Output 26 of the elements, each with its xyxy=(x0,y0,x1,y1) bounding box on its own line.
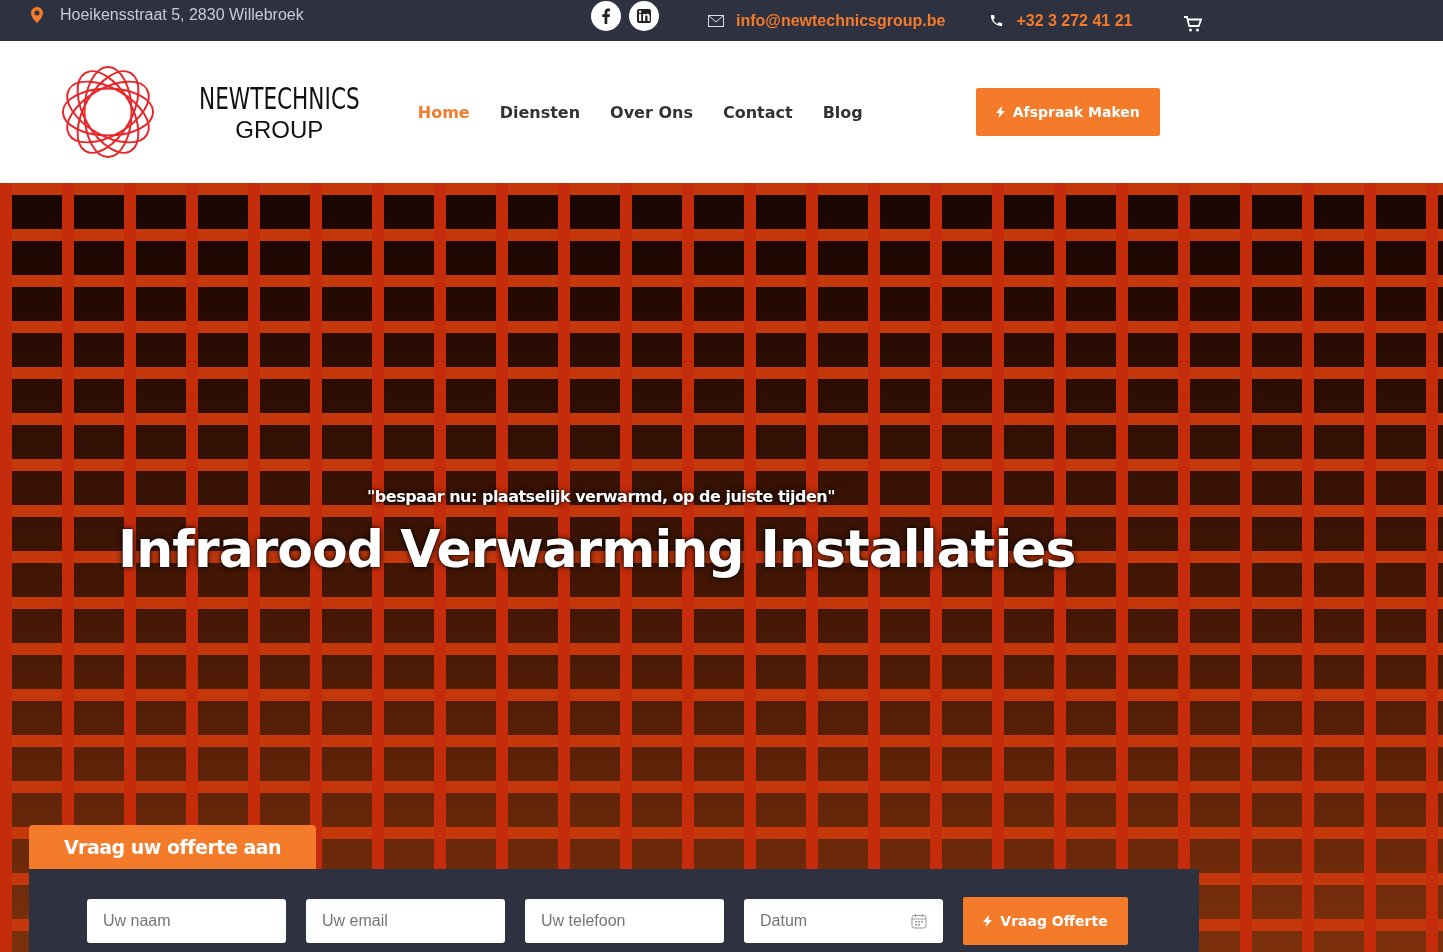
nav-link[interactable]: Diensten xyxy=(499,102,581,122)
email-link[interactable]: info@newtechnicsgroup.be xyxy=(736,11,946,30)
facebook-icon[interactable] xyxy=(591,0,621,31)
nav-link[interactable]: Over Ons xyxy=(610,102,693,122)
envelope-icon xyxy=(708,14,724,27)
linkedin-icon[interactable] xyxy=(629,0,659,31)
nav-link[interactable]: Home xyxy=(417,102,470,122)
address-text: Hoeikensstraat 5, 2830 Willebroek xyxy=(60,5,304,24)
phone-icon xyxy=(989,13,1005,28)
cart-icon[interactable] xyxy=(1182,14,1203,33)
submit-button[interactable]: Vraag Offerte xyxy=(963,897,1128,945)
lightning-icon xyxy=(995,106,1005,118)
atom-rings-logo-icon[interactable] xyxy=(59,63,157,161)
logo-name: NEWTECHNICS xyxy=(199,80,360,117)
date-field[interactable]: Datum xyxy=(744,899,943,943)
phone-link[interactable]: +32 3 272 41 21 xyxy=(1016,11,1133,30)
nav-link[interactable]: Contact xyxy=(722,102,793,122)
lightning-icon xyxy=(983,915,993,927)
nav-link[interactable]: Blog xyxy=(822,102,863,122)
logo-subtitle: GROUP xyxy=(235,116,324,144)
appointment-button[interactable]: Afspraak Maken xyxy=(975,88,1160,136)
input-field[interactable]: Uw email xyxy=(306,899,505,943)
calendar-icon xyxy=(911,913,927,929)
input-field[interactable]: Uw naam xyxy=(87,899,286,943)
input-field[interactable]: Uw telefoon xyxy=(525,899,724,943)
location-pin-icon xyxy=(31,6,43,23)
